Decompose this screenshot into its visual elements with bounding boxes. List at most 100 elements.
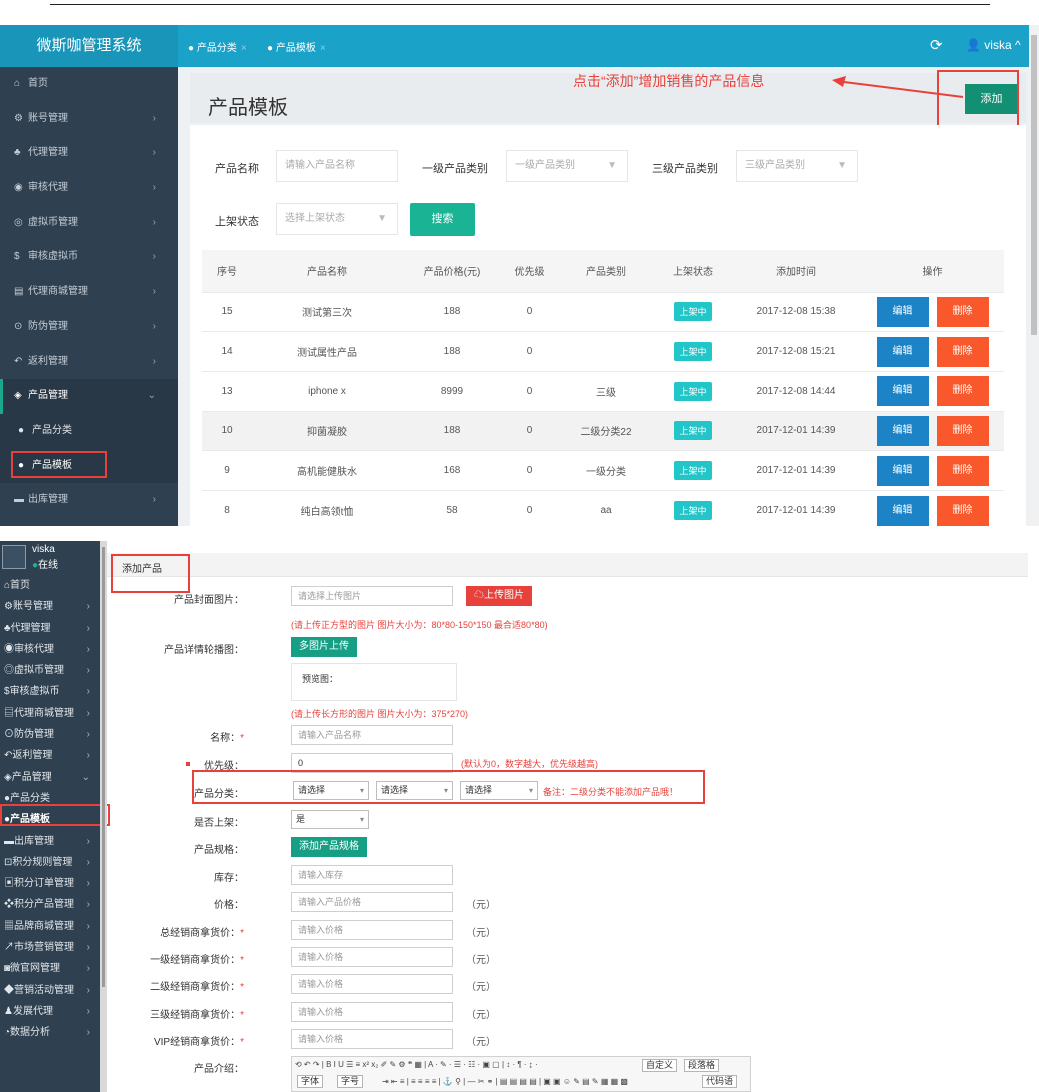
sidebar-item-review-agents[interactable]: ◉审核代理› [0, 171, 178, 206]
paragraph-select[interactable]: 段落格 [684, 1059, 720, 1072]
sidebar-item-virtual-coin[interactable]: ◎虚拟币管理› [0, 206, 178, 241]
sidebar-item-outbound[interactable]: ▬出库管理› [0, 831, 100, 852]
edit-button[interactable]: 编辑 [876, 296, 929, 327]
editor-toolbar-row-2[interactable]: ⇥ ⇤ ≡ | ≡ ≡ ≡ ≡ | ⚓ ⚲ | ― ✂ ⚭ | ▤ ▤ ▤ ▤ … [382, 1077, 628, 1086]
sidebar-item-brand-mall[interactable]: ▦品牌商城管理 › [0, 916, 100, 937]
chevron-right-icon: › [152, 147, 156, 159]
delete-button[interactable]: 删除 [936, 336, 989, 367]
table-row: 10 抑菌凝胶 188 0 二级分类22 上架中 2017-12-01 14:3… [202, 410, 1004, 451]
sidebar-item-points-orders[interactable]: ▣积分订单管理 › [0, 873, 100, 894]
sidebar-item-marketing[interactable]: ↗市场营销管理 › [0, 937, 100, 958]
scrollbar-thumb[interactable] [1031, 35, 1037, 335]
search-button[interactable]: 搜索 [410, 203, 475, 236]
sidebar-item-agent-mall[interactable]: ▤代理商城管理› [0, 275, 178, 310]
sidebar-item-anti-fake[interactable]: ⊙防伪管理› [0, 310, 178, 345]
eye-icon: ◉ [4, 643, 14, 655]
delete-button[interactable]: 删除 [936, 495, 989, 526]
dealer-price-input[interactable]: 请输入价格 [291, 920, 453, 940]
sidebar-item-products[interactable]: ◈产品管理⌄ [0, 767, 100, 788]
vertical-scrollbar[interactable] [1029, 25, 1039, 526]
product-name-input[interactable]: 请输入产品名称 [291, 725, 453, 745]
category1-select[interactable]: 一级产品类别 ▼ [506, 150, 628, 182]
sidebar-item-products[interactable]: ◈产品管理⌄ [0, 379, 178, 414]
price-input[interactable]: 请输入产品价格 [291, 892, 453, 912]
code-language-select[interactable]: 代码语 [702, 1075, 738, 1088]
sidebar-item-rebate[interactable]: ↶返利管理› [0, 345, 178, 380]
cover-image-field[interactable]: 请选择上传图片 [291, 586, 453, 606]
sidebar-item-points-rules[interactable]: ⊡积分规则管理 › [0, 852, 100, 873]
product-name-input[interactable]: 请输入产品名称 [276, 150, 398, 182]
custom-style-select[interactable]: 自定义 [642, 1059, 678, 1072]
dealer-price-input[interactable]: 请输入价格 [291, 974, 453, 994]
sidebar-item-home[interactable]: ⌂首页 [0, 67, 178, 102]
sidebar-item-analytics[interactable]: ◔数据分析 › [0, 1022, 100, 1043]
cell-priority: 0 [502, 450, 557, 491]
label-text: 三级经销商拿货价： [150, 1010, 241, 1021]
tab-product-category[interactable]: ● 产品分类 × [188, 39, 247, 54]
delete-button[interactable]: 删除 [936, 296, 989, 327]
sidebar-item-review-agents[interactable]: ◉审核代理› [0, 639, 100, 660]
sidebar-item-virtual-coin[interactable]: ◎虚拟币管理› [0, 660, 100, 681]
sidebar-item-microsite[interactable]: ◙微官网管理 › [0, 958, 100, 979]
stock-input[interactable]: 请输入库存 [291, 865, 453, 885]
vertical-scrollbar[interactable] [100, 541, 107, 1092]
filter-label: 三级产品类别 [652, 163, 718, 175]
cell-name: 抑菌凝胶 [252, 410, 402, 451]
sidebar-item-agents[interactable]: ♣代理管理› [0, 136, 178, 171]
sidebar-item-anti-fake[interactable]: ⊙防伪管理› [0, 724, 100, 745]
status-select[interactable]: 选择上架状态 ▼ [276, 203, 398, 235]
multi-upload-button[interactable]: 多图片上传 [291, 637, 357, 657]
add-spec-button[interactable]: 添加产品规格 [291, 837, 367, 857]
status-badge: 上架中 [674, 302, 712, 322]
sidebar-item-home[interactable]: ⌂首页 [0, 575, 100, 596]
refresh-icon[interactable]: ⟳ [930, 36, 943, 54]
carousel-label: 产品详情轮播图： [164, 645, 244, 656]
chevron-down-icon: ⌄ [81, 771, 90, 783]
sidebar-item-accounts[interactable]: ⚙账号管理› [0, 596, 100, 617]
edit-button[interactable]: 编辑 [876, 415, 929, 446]
sidebar-item-rebate[interactable]: ↶返利管理› [0, 745, 100, 766]
select-placeholder: 三级产品类别 [745, 160, 805, 171]
table-row: 13 iphone x 8999 0 三级 上架中 2017-12-08 14:… [202, 370, 1004, 412]
font-family-select[interactable]: 字体 [297, 1075, 324, 1088]
delete-button[interactable]: 删除 [936, 376, 989, 407]
close-icon[interactable]: × [241, 43, 247, 54]
category3-select[interactable]: 三级产品类别 ▼ [736, 150, 858, 182]
edit-button[interactable]: 编辑 [876, 495, 929, 526]
font-size-select[interactable]: 字号 [337, 1075, 364, 1088]
tab-product-template[interactable]: ● 产品模板 × [267, 39, 326, 54]
user-menu[interactable]: 👤 viska ^ [966, 38, 1021, 52]
rich-text-editor[interactable]: ⟲ ↶ ↷ | B I U ☰ ≡ x² x₂ ✐ ✎ ⚙ ❝ ▦ | A · … [291, 1056, 751, 1092]
cell-price: 188 [402, 331, 502, 372]
sidebar-item-campaigns[interactable]: ◆营销活动管理 › [0, 980, 100, 1001]
close-icon[interactable]: × [320, 43, 326, 54]
sidebar-item-develop-agents[interactable]: ♟发展代理 › [0, 1001, 100, 1022]
onshelf-select[interactable]: 是 ▾ [291, 810, 369, 829]
column-header: 产品类别 [557, 250, 655, 292]
edit-button[interactable]: 编辑 [876, 336, 929, 367]
scrollbar-thumb[interactable] [102, 547, 105, 987]
dealer-price-input[interactable]: 请输入价格 [291, 1029, 453, 1049]
tag-icon: ◆ [4, 984, 14, 996]
edit-button[interactable]: 编辑 [876, 376, 929, 407]
cell-status: 上架中 [655, 291, 731, 332]
column-header: 添加时间 [731, 250, 861, 292]
sidebar-item-review-coin[interactable]: $审核虚拟币› [0, 240, 178, 275]
dealer-price-input[interactable]: 请输入价格 [291, 1002, 453, 1022]
cell-priority: 0 [502, 291, 557, 332]
cell-actions: 编辑 删除 [861, 331, 1004, 372]
edit-button[interactable]: 编辑 [876, 455, 929, 486]
highlight-box [192, 770, 705, 804]
sidebar-item-agent-mall[interactable]: ▤代理商城管理› [0, 703, 100, 724]
delete-button[interactable]: 删除 [936, 455, 989, 486]
sidebar-item-review-coin[interactable]: $审核虚拟币› [0, 681, 100, 702]
dealer-price-input[interactable]: 请输入价格 [291, 947, 453, 967]
upload-image-button[interactable]: ☁上传图片 [466, 586, 532, 606]
sidebar-item-accounts[interactable]: ⚙账号管理› [0, 102, 178, 137]
sidebar-item-outbound[interactable]: ▬出库管理› [0, 483, 178, 518]
editor-toolbar-row-1[interactable]: ⟲ ↶ ↷ | B I U ☰ ≡ x² x₂ ✐ ✎ ⚙ ❝ ▦ | A · … [295, 1060, 538, 1069]
sidebar-item-points-products[interactable]: ❖积分产品管理 › [0, 894, 100, 915]
sidebar-item-agents[interactable]: ♣代理管理› [0, 618, 100, 639]
delete-button[interactable]: 删除 [936, 415, 989, 446]
sidebar-item-product-category[interactable]: ● 产品分类 [0, 413, 178, 449]
